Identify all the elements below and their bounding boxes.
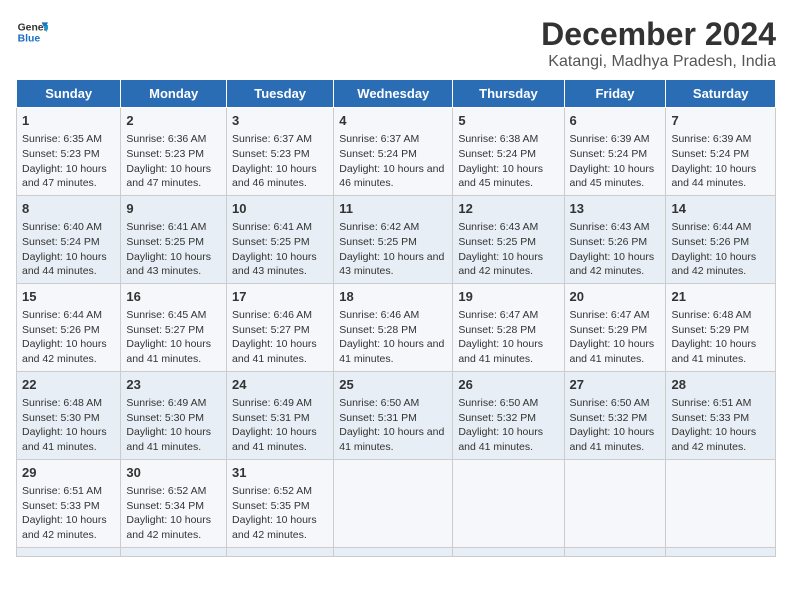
calendar-cell: 22Sunrise: 6:48 AMSunset: 5:30 PMDayligh… — [17, 371, 121, 459]
col-wednesday: Wednesday — [334, 80, 453, 108]
header: General Blue December 2024 Katangi, Madh… — [16, 16, 776, 71]
calendar-cell: 13Sunrise: 6:43 AMSunset: 5:26 PMDayligh… — [564, 195, 666, 283]
day-number: 5 — [458, 112, 558, 130]
calendar-cell — [227, 547, 334, 556]
calendar-row-4: 22Sunrise: 6:48 AMSunset: 5:30 PMDayligh… — [17, 371, 776, 459]
calendar-row-6 — [17, 547, 776, 556]
day-number: 24 — [232, 376, 328, 394]
calendar-cell: 20Sunrise: 6:47 AMSunset: 5:29 PMDayligh… — [564, 283, 666, 371]
calendar-cell: 19Sunrise: 6:47 AMSunset: 5:28 PMDayligh… — [453, 283, 564, 371]
calendar-cell — [453, 547, 564, 556]
col-saturday: Saturday — [666, 80, 776, 108]
calendar-cell: 23Sunrise: 6:49 AMSunset: 5:30 PMDayligh… — [121, 371, 227, 459]
day-number: 29 — [22, 464, 115, 482]
day-number: 16 — [126, 288, 221, 306]
page-container: General Blue December 2024 Katangi, Madh… — [16, 16, 776, 557]
day-number: 26 — [458, 376, 558, 394]
calendar-row-5: 29Sunrise: 6:51 AMSunset: 5:33 PMDayligh… — [17, 459, 776, 547]
day-number: 8 — [22, 200, 115, 218]
day-number: 13 — [570, 200, 661, 218]
calendar-cell — [17, 547, 121, 556]
day-number: 31 — [232, 464, 328, 482]
col-monday: Monday — [121, 80, 227, 108]
calendar-cell: 12Sunrise: 6:43 AMSunset: 5:25 PMDayligh… — [453, 195, 564, 283]
calendar-cell: 10Sunrise: 6:41 AMSunset: 5:25 PMDayligh… — [227, 195, 334, 283]
calendar-cell — [121, 547, 227, 556]
day-number: 1 — [22, 112, 115, 130]
day-number: 17 — [232, 288, 328, 306]
calendar-cell: 6Sunrise: 6:39 AMSunset: 5:24 PMDaylight… — [564, 108, 666, 196]
calendar-cell: 26Sunrise: 6:50 AMSunset: 5:32 PMDayligh… — [453, 371, 564, 459]
calendar-cell: 9Sunrise: 6:41 AMSunset: 5:25 PMDaylight… — [121, 195, 227, 283]
day-number: 28 — [671, 376, 770, 394]
day-number: 15 — [22, 288, 115, 306]
day-number: 18 — [339, 288, 447, 306]
day-number: 10 — [232, 200, 328, 218]
calendar-cell: 2Sunrise: 6:36 AMSunset: 5:23 PMDaylight… — [121, 108, 227, 196]
calendar-cell: 16Sunrise: 6:45 AMSunset: 5:27 PMDayligh… — [121, 283, 227, 371]
calendar-cell: 11Sunrise: 6:42 AMSunset: 5:25 PMDayligh… — [334, 195, 453, 283]
subtitle: Katangi, Madhya Pradesh, India — [541, 53, 776, 71]
day-number: 12 — [458, 200, 558, 218]
col-thursday: Thursday — [453, 80, 564, 108]
day-number: 11 — [339, 200, 447, 218]
title-area: December 2024 Katangi, Madhya Pradesh, I… — [541, 16, 776, 71]
calendar-cell: 18Sunrise: 6:46 AMSunset: 5:28 PMDayligh… — [334, 283, 453, 371]
calendar-cell: 24Sunrise: 6:49 AMSunset: 5:31 PMDayligh… — [227, 371, 334, 459]
header-row: Sunday Monday Tuesday Wednesday Thursday… — [17, 80, 776, 108]
day-number: 20 — [570, 288, 661, 306]
day-number: 19 — [458, 288, 558, 306]
calendar-cell — [334, 459, 453, 547]
calendar-cell: 5Sunrise: 6:38 AMSunset: 5:24 PMDaylight… — [453, 108, 564, 196]
day-number: 22 — [22, 376, 115, 394]
calendar-cell — [334, 547, 453, 556]
day-number: 30 — [126, 464, 221, 482]
calendar-row-2: 8Sunrise: 6:40 AMSunset: 5:24 PMDaylight… — [17, 195, 776, 283]
calendar-table: Sunday Monday Tuesday Wednesday Thursday… — [16, 79, 776, 557]
calendar-cell — [564, 459, 666, 547]
calendar-row-3: 15Sunrise: 6:44 AMSunset: 5:26 PMDayligh… — [17, 283, 776, 371]
calendar-cell — [666, 547, 776, 556]
calendar-cell: 25Sunrise: 6:50 AMSunset: 5:31 PMDayligh… — [334, 371, 453, 459]
day-number: 7 — [671, 112, 770, 130]
day-number: 23 — [126, 376, 221, 394]
calendar-cell — [453, 459, 564, 547]
day-number: 3 — [232, 112, 328, 130]
logo: General Blue — [16, 16, 48, 48]
svg-text:Blue: Blue — [18, 34, 41, 45]
day-number: 4 — [339, 112, 447, 130]
main-title: December 2024 — [541, 16, 776, 53]
col-sunday: Sunday — [17, 80, 121, 108]
calendar-cell: 15Sunrise: 6:44 AMSunset: 5:26 PMDayligh… — [17, 283, 121, 371]
calendar-cell: 3Sunrise: 6:37 AMSunset: 5:23 PMDaylight… — [227, 108, 334, 196]
day-number: 14 — [671, 200, 770, 218]
calendar-cell — [564, 547, 666, 556]
calendar-cell: 7Sunrise: 6:39 AMSunset: 5:24 PMDaylight… — [666, 108, 776, 196]
calendar-cell: 29Sunrise: 6:51 AMSunset: 5:33 PMDayligh… — [17, 459, 121, 547]
calendar-cell: 8Sunrise: 6:40 AMSunset: 5:24 PMDaylight… — [17, 195, 121, 283]
calendar-cell: 27Sunrise: 6:50 AMSunset: 5:32 PMDayligh… — [564, 371, 666, 459]
col-tuesday: Tuesday — [227, 80, 334, 108]
calendar-cell: 4Sunrise: 6:37 AMSunset: 5:24 PMDaylight… — [334, 108, 453, 196]
calendar-row-1: 1Sunrise: 6:35 AMSunset: 5:23 PMDaylight… — [17, 108, 776, 196]
calendar-cell: 1Sunrise: 6:35 AMSunset: 5:23 PMDaylight… — [17, 108, 121, 196]
day-number: 25 — [339, 376, 447, 394]
calendar-cell — [666, 459, 776, 547]
day-number: 9 — [126, 200, 221, 218]
day-number: 21 — [671, 288, 770, 306]
calendar-cell: 21Sunrise: 6:48 AMSunset: 5:29 PMDayligh… — [666, 283, 776, 371]
calendar-cell: 14Sunrise: 6:44 AMSunset: 5:26 PMDayligh… — [666, 195, 776, 283]
calendar-cell: 31Sunrise: 6:52 AMSunset: 5:35 PMDayligh… — [227, 459, 334, 547]
calendar-cell: 17Sunrise: 6:46 AMSunset: 5:27 PMDayligh… — [227, 283, 334, 371]
day-number: 6 — [570, 112, 661, 130]
calendar-cell: 28Sunrise: 6:51 AMSunset: 5:33 PMDayligh… — [666, 371, 776, 459]
day-number: 27 — [570, 376, 661, 394]
day-number: 2 — [126, 112, 221, 130]
col-friday: Friday — [564, 80, 666, 108]
calendar-cell: 30Sunrise: 6:52 AMSunset: 5:34 PMDayligh… — [121, 459, 227, 547]
logo-icon: General Blue — [16, 16, 48, 48]
